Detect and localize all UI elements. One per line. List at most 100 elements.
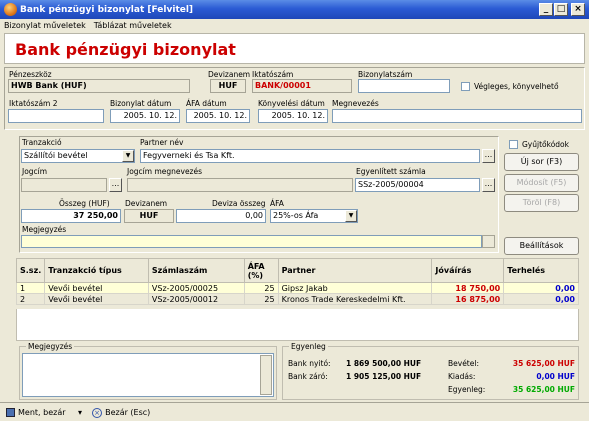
- bizonylatszam-label: Bizonylatszám: [358, 70, 413, 79]
- chevron-down-icon[interactable]: ▼: [345, 210, 357, 222]
- osszeg-label: Összeg (HUF): [59, 199, 110, 208]
- afa-datum-field[interactable]: 2005. 10. 12.: [186, 109, 250, 123]
- cell-ssz: 1: [15, 282, 46, 294]
- menu-bar: Bizonylat műveletek Táblázat műveletek: [0, 19, 589, 32]
- afa-label: ÁFA: [270, 199, 284, 208]
- bevetel-label: Bevétel:: [448, 359, 479, 368]
- cell-afa: 25: [243, 282, 279, 294]
- konyvelesi-datum-label: Könyvelési dátum: [258, 99, 325, 108]
- ment-bezar-button[interactable]: Ment, bezár ▾: [6, 408, 82, 417]
- status-bar: Ment, bezár ▾ × Bezár (Esc): [0, 404, 589, 421]
- close-icon: ×: [92, 407, 103, 418]
- col-szamlaszam[interactable]: Számlaszám: [147, 258, 245, 283]
- bevetel-value: 35 625,00 HUF: [512, 359, 575, 368]
- page-header: Bank pénzügyi bizonylat: [4, 33, 585, 64]
- menu-tablazat[interactable]: Táblázat műveletek: [94, 21, 172, 30]
- partner-lookup-button[interactable]: ...: [482, 149, 495, 163]
- iktatoszam-field[interactable]: BANK/00001: [252, 79, 352, 93]
- bezar-button[interactable]: × Bezár (Esc): [92, 407, 160, 418]
- tranzakcio-label: Tranzakció: [22, 138, 62, 147]
- gyujtokodok-label: Gyűjtőkódok: [522, 140, 569, 149]
- afa-select[interactable]: 25%-os Áfa ▼: [270, 209, 358, 223]
- cell-jovairas: 18 750,00: [431, 282, 505, 294]
- devizanem-label: Devizanem: [208, 70, 251, 79]
- egyenlitett-label: Egyenlített számla: [356, 167, 426, 176]
- window-title: Bank pénzügyi bizonylat [Felvitel]: [20, 4, 194, 15]
- megjegyzes-group-title: Megjegyzés: [26, 342, 75, 351]
- osszeg-devizanem-field[interactable]: HUF: [124, 209, 174, 223]
- close-button[interactable]: ×: [571, 3, 585, 16]
- window-titlebar[interactable]: Bank pénzügyi bizonylat [Felvitel]: [0, 0, 589, 19]
- partner-nev-field[interactable]: Fegyverneki és Tsa Kft.: [140, 149, 480, 163]
- col-terheles[interactable]: Terhelés: [503, 258, 579, 283]
- maximize-button[interactable]: □: [554, 3, 568, 16]
- cell-partner: Kronos Trade Kereskedelmi Kft.: [277, 293, 433, 305]
- megnevezes-label: Megnevezés: [332, 99, 379, 108]
- bank-nyito-label: Bank nyitó:: [288, 359, 331, 368]
- bezar-label: Bezár (Esc): [105, 408, 151, 417]
- egyenleg-row-label: Egyenleg:: [448, 385, 486, 394]
- tranzakcio-value: Szállítói bevétel: [24, 151, 88, 160]
- megnevezes-field[interactable]: [332, 109, 582, 123]
- col-afa[interactable]: ÁFA (%): [243, 258, 279, 283]
- table-empty-area[interactable]: [16, 309, 579, 341]
- jogcim-lookup-button[interactable]: ...: [109, 178, 122, 192]
- bank-zaro-label: Bank záró:: [288, 372, 328, 381]
- chevron-down-icon[interactable]: ▼: [122, 150, 134, 162]
- bottom-megjegyzes-textarea[interactable]: [22, 353, 274, 397]
- deviza-osszeg-field[interactable]: 0,00: [176, 209, 266, 223]
- bizonylat-datum-field[interactable]: 2005. 10. 12.: [110, 109, 180, 123]
- kiadas-label: Kiadás:: [448, 372, 476, 381]
- table-header-row: S.sz. Tranzakció típus Számlaszám ÁFA (%…: [15, 258, 579, 283]
- beallitasok-button[interactable]: Beállítások: [504, 237, 579, 255]
- jogcim-field[interactable]: [21, 178, 107, 192]
- minimize-button[interactable]: _: [539, 3, 553, 16]
- konyvelesi-datum-field[interactable]: 2005. 10. 12.: [258, 109, 328, 123]
- uj-sor-button[interactable]: Új sor (F3): [504, 153, 579, 171]
- iktatoszam2-field[interactable]: [8, 109, 104, 123]
- torol-button[interactable]: Töröl (F8): [504, 194, 579, 212]
- osszeg-devizanem-label: Devizanem: [125, 199, 168, 208]
- tranzakcio-select[interactable]: Szállítói bevétel ▼: [21, 149, 135, 163]
- megjegyzes-scrollbar[interactable]: [482, 235, 495, 248]
- table-row[interactable]: 2 Vevői bevétel VSz-2005/00012 25 Kronos…: [15, 293, 579, 305]
- devizanem-field[interactable]: HUF: [210, 79, 246, 93]
- modosit-button[interactable]: Módosít (F5): [504, 174, 579, 192]
- penzeszkoz-field[interactable]: HWB Bank (HUF): [8, 79, 190, 93]
- cell-szamlaszam: VSz-2005/00012: [147, 293, 245, 305]
- jogcim-megnevezes-label: Jogcím megnevezés: [127, 167, 203, 176]
- save-icon: [6, 408, 15, 417]
- megjegyzes-label: Megjegyzés: [22, 225, 67, 234]
- transaction-table: S.sz. Tranzakció típus Számlaszám ÁFA (%…: [15, 258, 579, 305]
- penzeszkoz-label: Pénzeszköz: [9, 70, 52, 79]
- egyenlitett-lookup-button[interactable]: ...: [482, 178, 495, 192]
- col-ssz[interactable]: S.sz.: [15, 258, 46, 283]
- afa-datum-label: ÁFA dátum: [186, 99, 227, 108]
- menu-bizonylat[interactable]: Bizonylat műveletek: [4, 21, 86, 30]
- page-title: Bank pénzügyi bizonylat: [15, 40, 236, 59]
- bottom-megjegyzes-scrollbar[interactable]: [260, 355, 272, 395]
- bank-nyito-value: 1 869 500,00 HUF: [346, 359, 422, 368]
- vegleges-label: Végleges, könyvelhető: [474, 82, 559, 91]
- col-partner[interactable]: Partner: [277, 258, 433, 283]
- col-jovairas[interactable]: Jóváírás: [431, 258, 505, 283]
- iktatoszam2-label: Iktatószám 2: [9, 99, 58, 108]
- megjegyzes-field[interactable]: [21, 235, 482, 248]
- bizonylatszam-field[interactable]: [358, 79, 450, 93]
- col-tranzakcio-tipus[interactable]: Tranzakció típus: [44, 258, 149, 283]
- ment-bezar-label: Ment, bezár: [18, 408, 66, 417]
- vegleges-checkbox[interactable]: [461, 82, 470, 91]
- bank-zaro-value: 1 905 125,00 HUF: [346, 372, 422, 381]
- cell-tipus: Vevői bevétel: [44, 293, 149, 305]
- gyujtokodok-checkbox[interactable]: [509, 140, 518, 149]
- osszeg-field[interactable]: 37 250,00: [21, 209, 121, 223]
- egyenlitett-field[interactable]: SSz-2005/00004: [355, 178, 480, 192]
- cell-afa: 25: [243, 293, 279, 305]
- partner-nev-label: Partner név: [140, 138, 184, 147]
- jogcim-megnevezes-field[interactable]: [127, 178, 353, 192]
- deviza-osszeg-label: Deviza összeg: [212, 199, 266, 208]
- cell-tipus: Vevői bevétel: [44, 282, 149, 294]
- egyenleg-value: 35 625,00 HUF: [512, 385, 575, 394]
- table-row[interactable]: 1 Vevői bevétel VSz-2005/00025 25 Gipsz …: [15, 282, 579, 294]
- cell-szamlaszam: VSz-2005/00025: [147, 282, 245, 294]
